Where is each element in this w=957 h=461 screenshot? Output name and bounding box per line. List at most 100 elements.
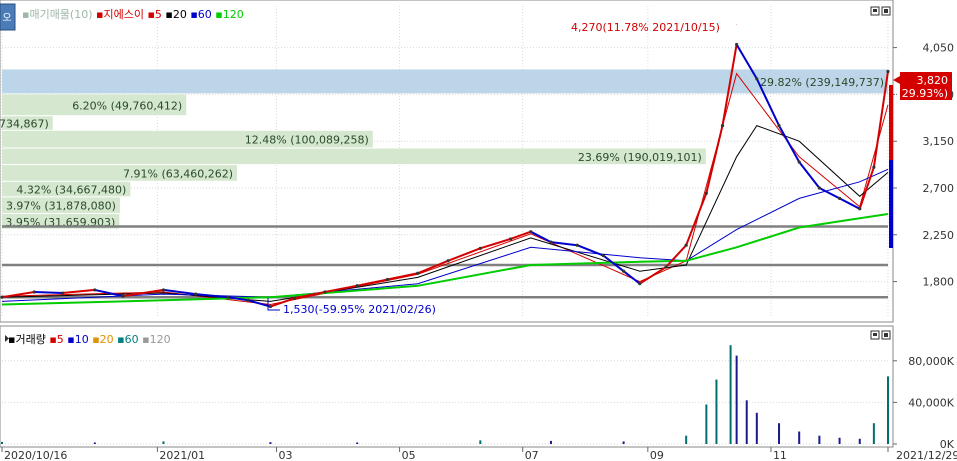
- legend-item: ▪지에스이: [93, 8, 144, 21]
- volume-profile-label: 12.48% (100,089,258): [245, 134, 369, 147]
- legend-item: ▪120: [139, 333, 171, 346]
- price-point: [837, 196, 842, 200]
- volume-bar: [798, 431, 801, 444]
- price-point: [93, 288, 97, 292]
- legend-item: ▪20: [89, 333, 114, 346]
- volume-bar: [872, 423, 875, 444]
- price-point: [355, 284, 359, 288]
- volume-bar: [858, 438, 861, 444]
- price-point: [886, 69, 890, 74]
- volume-profile-label: 1.71% (13,734,867): [0, 118, 49, 131]
- volume-tick-label: 80,000K: [908, 355, 954, 368]
- x-tick-label: 2021/12/29: [896, 449, 957, 461]
- price-point: [817, 186, 821, 190]
- price-range-bar-down: [889, 160, 893, 248]
- legend-item: ▪20: [162, 8, 187, 21]
- volume-profile-label: 7.91% (63,460,262): [123, 167, 233, 180]
- volume-bar: [685, 435, 688, 444]
- volume-profile-label: 4.32% (34,667,480): [16, 184, 126, 197]
- volume-tick-label: 40,000K: [908, 396, 954, 409]
- legend-item: ▪5: [144, 8, 162, 21]
- price-segment: [34, 291, 63, 295]
- side-button[interactable]: 오: [0, 3, 16, 31]
- price-point: [32, 290, 36, 294]
- price-point: [508, 237, 513, 241]
- volume-profile-label: 23.69% (190,019,101): [578, 151, 702, 164]
- volume-bar: [356, 442, 359, 444]
- price-point: [293, 296, 297, 300]
- price-point: [858, 207, 862, 211]
- volume-bar: [755, 412, 758, 444]
- price-range-bar-up: [889, 85, 893, 160]
- price-point: [246, 298, 250, 302]
- volume-bar: [93, 442, 96, 444]
- volume-legend: ▪거래량 ▪5 ▪10 ▪20 ▪60 ▪120: [8, 333, 171, 346]
- price-point: [797, 160, 801, 164]
- x-tick-label: 2021/01: [159, 449, 205, 461]
- price-point: [194, 292, 198, 296]
- current-price-change: ( 29.93%): [894, 87, 948, 100]
- price-point: [720, 124, 725, 128]
- price-point: [872, 165, 876, 169]
- price-point: [323, 290, 327, 294]
- legend-item: ▪60: [187, 8, 212, 21]
- volume-bar: [549, 440, 552, 444]
- volume-bar: [479, 440, 482, 444]
- price-point: [684, 243, 688, 247]
- chart-background: [0, 0, 957, 461]
- volume-bar: [269, 442, 272, 444]
- price-point: [121, 294, 125, 298]
- volume-bar: [715, 379, 718, 444]
- legend-item: ▪10: [64, 333, 89, 346]
- price-point: [161, 288, 166, 292]
- volume-bar: [729, 345, 732, 444]
- price-point: [704, 191, 708, 195]
- high-price-annotation: 4,270(11.78% 2021/10/15): [571, 21, 720, 34]
- x-tick-label: 09: [650, 449, 664, 461]
- price-point: [478, 246, 482, 250]
- price-point: [755, 77, 759, 81]
- volume-bar: [778, 423, 781, 444]
- legend-item: ▪거래량: [8, 333, 46, 346]
- price-point: [446, 259, 450, 263]
- price-point: [601, 254, 606, 258]
- y-tick-label: 4,050: [923, 42, 955, 55]
- legend-item: ▪120: [212, 8, 244, 21]
- volume-bar: [838, 437, 841, 444]
- x-tick-label: 11: [773, 449, 787, 461]
- price-point: [416, 271, 420, 275]
- price-point: [226, 295, 230, 299]
- volume-bar: [622, 441, 625, 444]
- price-point: [575, 243, 579, 247]
- y-tick-label: 1,800: [923, 276, 955, 289]
- x-tick-label: 07: [525, 449, 539, 461]
- price-legend: ▪매기매물(10) ▪지에스이 ▪5 ▪20 ▪60 ▪120: [22, 8, 244, 21]
- stock-chart[interactable]: 29.82% (239,149,737) 6.20% (49,760,412) 1.…: [0, 0, 957, 461]
- volume-bar: [705, 404, 708, 444]
- price-point: [664, 265, 668, 269]
- price-point: [529, 230, 533, 234]
- legend-item: ▪매기매물(10): [22, 8, 93, 21]
- volume-profile-label: 3.97% (31,878,080): [6, 200, 116, 213]
- volume-profile-label: 29.82% (239,149,737): [760, 76, 884, 89]
- price-point: [385, 277, 390, 282]
- volume-bar: [1, 441, 3, 444]
- price-point: [549, 240, 553, 244]
- x-tick-label: 03: [278, 449, 292, 461]
- price-point: [60, 291, 65, 295]
- volume-bar: [745, 400, 748, 444]
- price-point: [777, 124, 781, 128]
- current-price-value: 3,820: [917, 74, 949, 87]
- low-price-annotation: 1,530(-59.95% 2021/02/26): [283, 303, 436, 316]
- volume-bar: [887, 376, 889, 444]
- volume-bar: [735, 355, 738, 444]
- volume-profile-label: 6.20% (49,760,412): [72, 99, 182, 112]
- price-point: [0, 295, 4, 299]
- x-tick-label: 2020/10/16: [4, 449, 67, 461]
- volume-bar: [818, 435, 821, 444]
- volume-profile-bar: [2, 69, 888, 94]
- y-tick-label: 2,250: [923, 229, 955, 242]
- side-tab-label: 오: [2, 13, 11, 24]
- price-point: [735, 42, 739, 47]
- x-tick-label: 05: [402, 449, 416, 461]
